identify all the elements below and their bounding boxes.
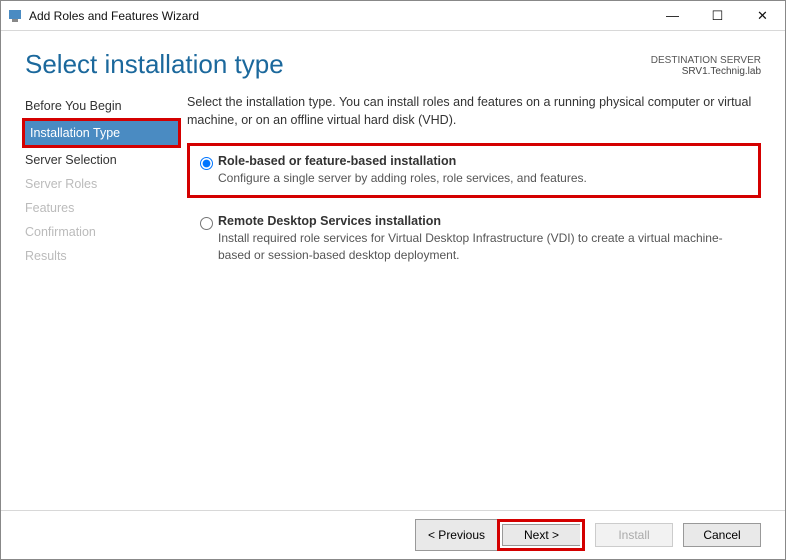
titlebar: Add Roles and Features Wizard — ☐ ✕ [1, 1, 785, 31]
content-area: Before You Begin Installation Type Serve… [1, 80, 785, 511]
page-title: Select installation type [25, 49, 284, 80]
nav-server-selection[interactable]: Server Selection [25, 148, 187, 172]
nav-server-roles: Server Roles [25, 172, 187, 196]
main-panel: Select the installation type. You can in… [187, 94, 785, 504]
footer: < Previous Next > Install Cancel [1, 511, 785, 559]
nav-buttons: < Previous Next > [415, 519, 585, 551]
maximize-button[interactable]: ☐ [695, 1, 740, 30]
previous-button[interactable]: < Previous [415, 519, 497, 551]
nav-sidebar: Before You Begin Installation Type Serve… [1, 94, 187, 504]
close-button[interactable]: ✕ [740, 1, 785, 30]
window-controls: — ☐ ✕ [650, 1, 785, 30]
intro-text: Select the installation type. You can in… [187, 94, 761, 129]
radio-rds[interactable] [200, 217, 213, 230]
option-rds[interactable]: Remote Desktop Services installation Ins… [187, 206, 761, 272]
nav-features: Features [25, 196, 187, 220]
next-button[interactable]: Next > [502, 524, 580, 546]
option-role-based-title: Role-based or feature-based installation [218, 154, 748, 168]
nav-installation-type[interactable]: Installation Type [25, 121, 178, 145]
cancel-button[interactable]: Cancel [683, 523, 761, 547]
header: Select installation type DESTINATION SER… [1, 31, 785, 80]
option-rds-title: Remote Desktop Services installation [218, 214, 751, 228]
option-role-based[interactable]: Role-based or feature-based installation… [187, 143, 761, 198]
option-rds-desc: Install required role services for Virtu… [218, 230, 751, 264]
install-button: Install [595, 523, 673, 547]
next-highlight: Next > [497, 519, 585, 551]
minimize-button[interactable]: — [650, 1, 695, 30]
radio-role-based[interactable] [200, 157, 213, 170]
app-icon [7, 8, 23, 24]
destination-label: DESTINATION SERVER [651, 55, 761, 66]
nav-highlight: Installation Type [22, 118, 181, 148]
option-role-based-desc: Configure a single server by adding role… [218, 170, 748, 187]
destination-name: SRV1.Technig.lab [651, 66, 761, 77]
window-title: Add Roles and Features Wizard [29, 9, 650, 23]
nav-confirmation: Confirmation [25, 220, 187, 244]
wizard-window: Add Roles and Features Wizard — ☐ ✕ Sele… [0, 0, 786, 560]
destination-server-info: DESTINATION SERVER SRV1.Technig.lab [651, 49, 761, 77]
nav-results: Results [25, 244, 187, 268]
nav-before-you-begin[interactable]: Before You Begin [25, 94, 187, 118]
